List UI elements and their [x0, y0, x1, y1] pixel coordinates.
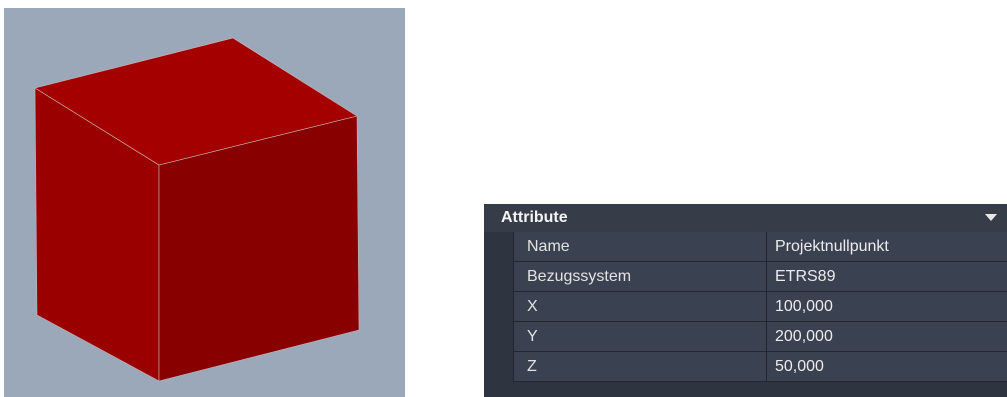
table-row[interactable]: Z 50,000: [484, 352, 1007, 382]
row-gutter: [484, 232, 513, 262]
attribute-name: X: [513, 292, 766, 322]
attribute-value[interactable]: ETRS89: [766, 262, 1007, 292]
row-gutter: [484, 322, 513, 352]
table-row[interactable]: X 100,000: [484, 292, 1007, 322]
attribute-table: Name Projektnullpunkt Bezugssystem ETRS8…: [484, 232, 1007, 382]
attribute-value[interactable]: 100,000: [766, 292, 1007, 322]
panel-header[interactable]: Attribute: [484, 204, 1007, 232]
attribute-panel: Attribute Name Projektnullpunkt Bezugssy…: [484, 204, 1007, 397]
row-gutter: [484, 352, 513, 382]
attribute-name: Y: [513, 322, 766, 352]
panel-title: Attribute: [501, 209, 568, 226]
attribute-name: Bezugssystem: [513, 262, 766, 292]
attribute-name: Name: [513, 232, 766, 262]
attribute-value[interactable]: Projektnullpunkt: [766, 232, 1007, 262]
table-row[interactable]: Y 200,000: [484, 322, 1007, 352]
row-gutter: [484, 262, 513, 292]
cube-model[interactable]: [4, 8, 405, 397]
attribute-name: Z: [513, 352, 766, 382]
attribute-value[interactable]: 50,000: [766, 352, 1007, 382]
table-row[interactable]: Name Projektnullpunkt: [484, 232, 1007, 262]
row-gutter: [484, 292, 513, 322]
attribute-value[interactable]: 200,000: [766, 322, 1007, 352]
3d-viewport[interactable]: [4, 8, 405, 397]
chevron-down-icon[interactable]: [985, 214, 997, 221]
table-row[interactable]: Bezugssystem ETRS89: [484, 262, 1007, 292]
